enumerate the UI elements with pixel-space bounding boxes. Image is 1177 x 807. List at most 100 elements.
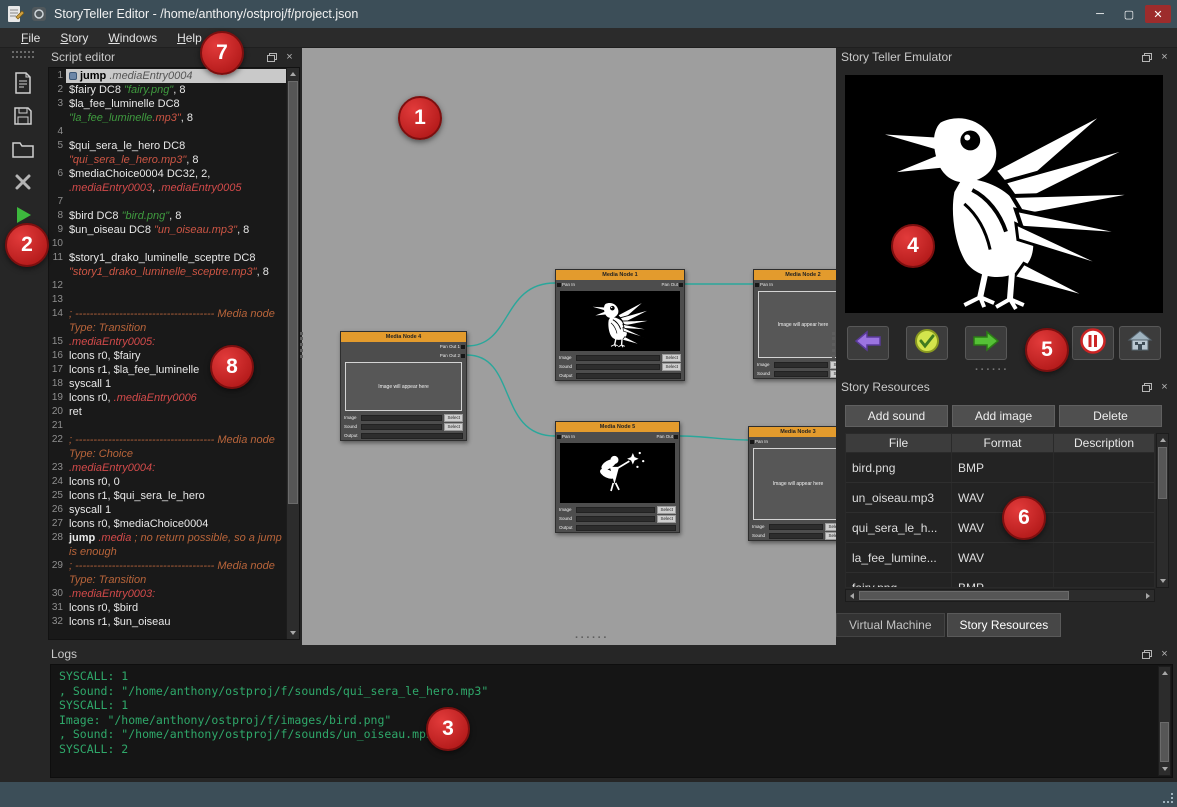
column-header[interactable]: File bbox=[846, 434, 952, 452]
code-text[interactable]: $bird DC8 "bird.png", 8 bbox=[66, 209, 286, 223]
select-button[interactable]: Select bbox=[657, 506, 676, 514]
media-node[interactable]: Media Node 5Pan InPan OutImageSelectSoun… bbox=[555, 421, 680, 533]
node-title[interactable]: Media Node 3 bbox=[749, 427, 836, 437]
field-value[interactable] bbox=[769, 533, 823, 539]
resize-grip[interactable] bbox=[1163, 793, 1173, 803]
input-port[interactable] bbox=[557, 283, 561, 287]
input-port[interactable] bbox=[755, 283, 759, 287]
field-value[interactable] bbox=[774, 362, 828, 368]
code-text[interactable]: ; --------------------------------------… bbox=[66, 433, 286, 461]
menu-story[interactable]: Story bbox=[51, 29, 97, 47]
pause-button[interactable] bbox=[1072, 326, 1114, 360]
select-button[interactable]: Select bbox=[444, 423, 463, 431]
code-text[interactable]: $mediaChoice0004 DC32, 2, .mediaEntry000… bbox=[66, 167, 286, 195]
field-value[interactable] bbox=[576, 364, 660, 370]
validate-button[interactable] bbox=[906, 326, 948, 360]
input-port[interactable] bbox=[750, 440, 754, 444]
back-button[interactable] bbox=[847, 326, 889, 360]
code-text[interactable] bbox=[66, 237, 286, 251]
logs-scrollbar[interactable] bbox=[1158, 666, 1171, 776]
splitter-handle[interactable] bbox=[832, 332, 835, 358]
splitter-handle[interactable]: ······ bbox=[975, 364, 1009, 376]
tab-virtual-machine[interactable]: Virtual Machine bbox=[836, 613, 945, 637]
select-button[interactable]: Select bbox=[662, 354, 681, 362]
field-value[interactable] bbox=[576, 507, 655, 513]
close-icon[interactable]: × bbox=[1157, 381, 1172, 394]
select-button[interactable]: Select bbox=[825, 523, 836, 531]
output-port[interactable] bbox=[461, 345, 465, 349]
code-text[interactable]: lcons r0, 0 bbox=[66, 475, 286, 489]
node-title[interactable]: Media Node 4 bbox=[341, 332, 466, 342]
delete-button[interactable] bbox=[5, 169, 41, 199]
table-row[interactable]: la_fee_lumine...WAV bbox=[846, 543, 1154, 573]
close-icon[interactable]: × bbox=[1157, 51, 1172, 64]
field-value[interactable] bbox=[576, 373, 681, 379]
code-text[interactable]: jump .mediaEntry0004 bbox=[66, 69, 286, 83]
resources-hscrollbar[interactable] bbox=[845, 589, 1155, 602]
code-text[interactable]: $la_fee_luminelle DC8 "la_fee_luminelle.… bbox=[66, 97, 286, 125]
field-value[interactable] bbox=[361, 433, 463, 439]
new-script-button[interactable] bbox=[5, 70, 41, 100]
code-text[interactable]: lcons r1, $qui_sera_le_hero bbox=[66, 489, 286, 503]
field-value[interactable] bbox=[774, 371, 828, 377]
output-port[interactable] bbox=[679, 283, 683, 287]
code-text[interactable]: .mediaEntry0004: bbox=[66, 461, 286, 475]
delete-button[interactable]: Delete bbox=[1059, 405, 1162, 427]
select-button[interactable]: Select bbox=[662, 363, 681, 371]
code-text[interactable] bbox=[66, 419, 286, 433]
table-row[interactable]: fairy.pngBMP bbox=[846, 573, 1154, 588]
code-text[interactable]: $story1_drako_luminelle_sceptre DC8 "sto… bbox=[66, 251, 286, 279]
code-editor[interactable]: 1jump .mediaEntry00042$fairy DC8 "fairy.… bbox=[48, 67, 300, 640]
table-row[interactable]: un_oiseau.mp3WAV bbox=[846, 483, 1154, 513]
code-text[interactable] bbox=[66, 293, 286, 307]
code-text[interactable]: $un_oiseau DC8 "un_oiseau.mp3", 8 bbox=[66, 223, 286, 237]
code-text[interactable] bbox=[66, 195, 286, 209]
code-text[interactable]: $qui_sera_le_hero DC8 "qui_sera_le_hero.… bbox=[66, 139, 286, 167]
field-value[interactable] bbox=[576, 516, 655, 522]
select-button[interactable]: Select bbox=[444, 414, 463, 422]
code-text[interactable]: syscall 1 bbox=[66, 377, 286, 391]
field-value[interactable] bbox=[361, 424, 442, 430]
field-value[interactable] bbox=[361, 415, 442, 421]
menu-file[interactable]: File bbox=[12, 29, 49, 47]
code-text[interactable]: ; --------------------------------------… bbox=[66, 559, 286, 587]
code-text[interactable]: lcons r0, $mediaChoice0004 bbox=[66, 517, 286, 531]
tab-story-resources[interactable]: Story Resources bbox=[947, 613, 1062, 637]
resources-table-scrollbar[interactable] bbox=[1156, 433, 1169, 588]
field-value[interactable] bbox=[576, 525, 676, 531]
float-icon[interactable] bbox=[1139, 381, 1154, 394]
code-text[interactable]: $fairy DC8 "fairy.png", 8 bbox=[66, 83, 286, 97]
code-text[interactable]: .mediaEntry0005: bbox=[66, 335, 286, 349]
select-button[interactable]: Select bbox=[825, 532, 836, 540]
code-text[interactable]: ; --------------------------------------… bbox=[66, 307, 286, 335]
field-value[interactable] bbox=[576, 355, 660, 361]
code-text[interactable]: .mediaEntry0003: bbox=[66, 587, 286, 601]
input-port[interactable] bbox=[557, 435, 561, 439]
code-text[interactable]: lcons r1, $un_oiseau bbox=[66, 615, 286, 629]
close-icon[interactable]: × bbox=[1157, 648, 1172, 661]
home-button[interactable] bbox=[1119, 326, 1161, 360]
field-value[interactable] bbox=[769, 524, 823, 530]
code-text[interactable]: lcons r0, $bird bbox=[66, 601, 286, 615]
code-text[interactable]: ret bbox=[66, 405, 286, 419]
table-row[interactable]: bird.pngBMP bbox=[846, 453, 1154, 483]
code-text[interactable] bbox=[66, 279, 286, 293]
output-port[interactable] bbox=[461, 354, 465, 358]
select-button[interactable]: Select bbox=[657, 515, 676, 523]
code-text[interactable]: jump .media ; no return possible, so a j… bbox=[66, 531, 286, 559]
node-title[interactable]: Media Node 5 bbox=[556, 422, 679, 432]
media-node[interactable]: Media Node 3Pan InImage will appear here… bbox=[748, 426, 836, 541]
script-editor-scrollbar[interactable] bbox=[286, 68, 299, 639]
column-header[interactable]: Format bbox=[952, 434, 1054, 452]
add-sound-button[interactable]: Add sound bbox=[845, 405, 948, 427]
save-button[interactable] bbox=[5, 103, 41, 133]
column-header[interactable]: Description bbox=[1054, 434, 1154, 452]
node-title[interactable]: Media Node 1 bbox=[556, 270, 684, 280]
close-button[interactable]: ✕ bbox=[1145, 5, 1171, 23]
code-text[interactable]: syscall 1 bbox=[66, 503, 286, 517]
toolbar-grip[interactable] bbox=[12, 51, 34, 58]
minimize-button[interactable]: ─ bbox=[1087, 5, 1113, 23]
splitter-handle[interactable]: ······ bbox=[575, 632, 609, 644]
output-port[interactable] bbox=[674, 435, 678, 439]
float-icon[interactable] bbox=[1139, 51, 1154, 64]
